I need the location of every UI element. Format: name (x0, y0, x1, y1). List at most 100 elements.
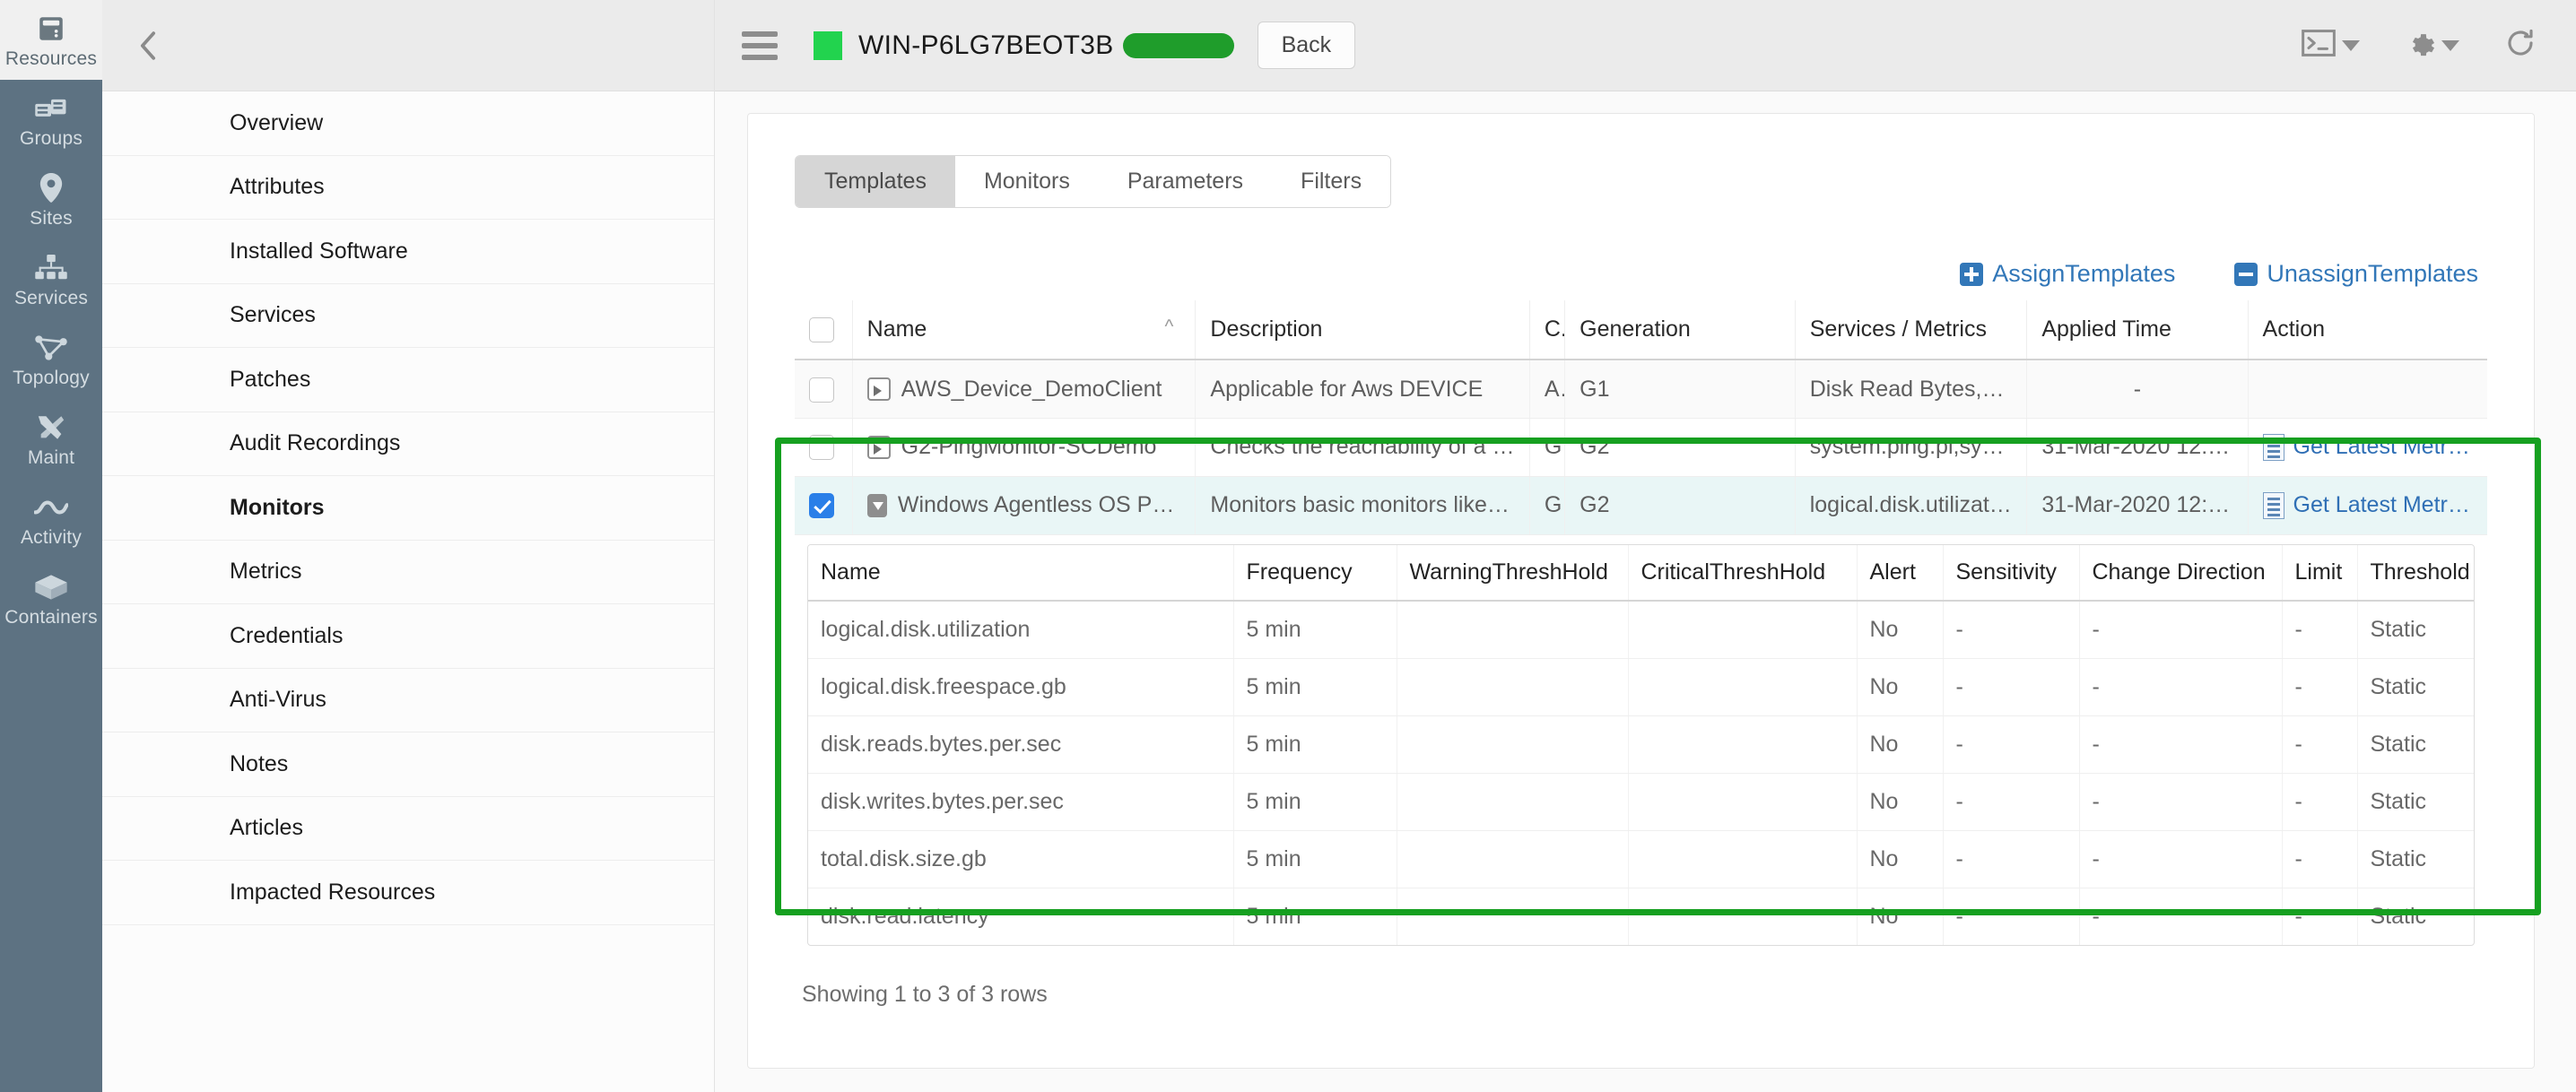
rail-item-groups[interactable]: Groups (0, 80, 102, 160)
back-button[interactable]: Back (1257, 22, 1356, 69)
health-bar (1122, 32, 1234, 58)
sub-col-critical-threshold[interactable]: CriticalThreshHold (1628, 544, 1858, 602)
rail-item-sites[interactable]: Sites (0, 160, 102, 239)
sub-col-limit[interactable]: Limit (2282, 544, 2358, 602)
col-description[interactable]: Description (1195, 300, 1530, 361)
chevron-left-icon[interactable] (133, 30, 163, 61)
sub-threshold-type: Static (2357, 658, 2474, 716)
monitors-subtable-head: Name Frequency WarningThreshHold Critica… (808, 544, 2474, 602)
subtable-row[interactable]: disk.read.latency 5 min No - - - Static (808, 888, 2474, 945)
sub-col-warning-threshold[interactable]: WarningThreshHold (1397, 544, 1629, 602)
rail-item-topology[interactable]: Topology (0, 319, 102, 399)
hamburger-icon[interactable] (742, 25, 783, 66)
table-row[interactable]: Windows Agentless OS Perform… Monitors b… (795, 476, 2487, 535)
subnav-item-patches[interactable]: Patches (102, 348, 714, 412)
refresh-button[interactable] (2497, 22, 2544, 69)
subnav-item-articles[interactable]: Articles (102, 796, 714, 861)
subnav-item-credentials[interactable]: Credentials (102, 604, 714, 669)
sub-col-name[interactable]: Name (808, 544, 1234, 602)
sub-change-direction: - (2079, 600, 2283, 659)
sub-col-alert[interactable]: Alert (1857, 544, 1944, 602)
templates-table-head: Name ^ Description C. Generation Service… (795, 300, 2487, 361)
terminal-icon (2302, 30, 2336, 61)
subnav-item-services[interactable]: Services (102, 283, 714, 348)
template-actions: AssignTemplates UnassignTemplates (795, 260, 2487, 288)
subtable-row[interactable]: disk.reads.bytes.per.sec 5 min No - - - … (808, 715, 2474, 774)
sub-warning (1397, 830, 1629, 888)
col-action[interactable]: Action (2248, 300, 2487, 361)
subtable-row[interactable]: total.disk.size.gb 5 min No - - - Static (808, 830, 2474, 888)
subnav-item-label: Metrics (230, 559, 302, 585)
tab-monitors[interactable]: Monitors (954, 156, 1099, 207)
sub-col-change-direction[interactable]: Change Direction (2079, 544, 2283, 602)
sub-change-direction: - (2079, 888, 2283, 945)
content-scroll: Templates Monitors Parameters Filters As… (715, 91, 2576, 1092)
subtable-row[interactable]: logical.disk.utilization 5 min No - - - … (808, 600, 2474, 659)
sub-critical (1628, 600, 1858, 659)
subnav-item-installed-software[interactable]: Installed Software (102, 220, 714, 284)
rail-item-maint[interactable]: Maint (0, 399, 102, 479)
map-pin-icon (32, 171, 70, 205)
rail-item-activity[interactable]: Activity (0, 479, 102, 559)
row-description: Checks the reachability of a … (1195, 418, 1530, 477)
sub-sensitivity: - (1943, 658, 2080, 716)
row-count-status: Showing 1 to 3 of 3 rows (802, 981, 1048, 1007)
table-row[interactable]: G2-PingMonitor-SCDemo Checks the reachab… (795, 418, 2487, 477)
servers-icon (32, 91, 70, 126)
subtable-row[interactable]: logical.disk.freespace.gb 5 min No - - -… (808, 658, 2474, 716)
sub-alert: No (1857, 830, 1944, 888)
row-applied-time: - (2026, 360, 2249, 419)
sub-name: logical.disk.utilization (808, 600, 1234, 659)
terminal-menu-button[interactable] (2294, 24, 2367, 66)
col-applied-time[interactable]: Applied Time (2026, 300, 2249, 361)
sub-col-threshold-type[interactable]: Threshold Type (2357, 544, 2474, 602)
rail-item-resources[interactable]: Resources (0, 0, 102, 80)
header-tools (2294, 22, 2544, 69)
row-services-metrics: system.ping.pl,syste… (1795, 418, 2028, 477)
row-checkbox[interactable] (809, 493, 834, 519)
row-checkbox[interactable] (809, 377, 834, 403)
col-name[interactable]: Name ^ (852, 300, 1197, 361)
col-c[interactable]: C. (1529, 300, 1566, 361)
subnav-item-audit-recordings[interactable]: Audit Recordings (102, 412, 714, 476)
expand-row-icon[interactable] (866, 377, 891, 402)
subnav-item-metrics[interactable]: Metrics (102, 540, 714, 604)
row-c: A. (1529, 360, 1566, 419)
rail-item-services[interactable]: Services (0, 239, 102, 319)
tab-parameters[interactable]: Parameters (1098, 156, 1273, 207)
expanded-detail-row: Name Frequency WarningThreshHold Critica… (795, 534, 2487, 962)
get-latest-metric-link[interactable]: Get Latest Metric… (2262, 491, 2473, 519)
sub-limit: - (2282, 600, 2358, 659)
col-name-label: Name (866, 316, 927, 342)
sub-col-frequency[interactable]: Frequency (1233, 544, 1397, 602)
subnav-item-overview[interactable]: Overview (102, 91, 714, 156)
collapse-row-icon[interactable] (866, 493, 887, 517)
subnav-item-impacted-resources[interactable]: Impacted Resources (102, 861, 714, 925)
get-latest-metric-link[interactable]: Get Latest Metric… (2262, 433, 2473, 461)
assign-templates-button[interactable]: AssignTemplates (1960, 260, 2175, 288)
sort-asc-icon: ^ (1164, 316, 1174, 338)
sub-col-sensitivity[interactable]: Sensitivity (1943, 544, 2080, 602)
col-services-metrics[interactable]: Services / Metrics (1795, 300, 2028, 361)
tab-templates[interactable]: Templates (796, 156, 955, 207)
subnav-item-label: Attributes (230, 174, 325, 200)
subnav-item-monitors[interactable]: Monitors (102, 476, 714, 541)
settings-menu-button[interactable] (2398, 22, 2467, 68)
subnav-item-attributes[interactable]: Attributes (102, 155, 714, 220)
table-row[interactable]: AWS_Device_DemoClient Applicable for Aws… (795, 360, 2487, 419)
subnav-item-notes[interactable]: Notes (102, 732, 714, 797)
row-checkbox[interactable] (809, 435, 834, 461)
col-generation[interactable]: Generation (1564, 300, 1796, 361)
sub-change-direction: - (2079, 830, 2283, 888)
sub-warning (1397, 888, 1629, 945)
expand-row-icon[interactable] (866, 435, 891, 459)
unassign-templates-button[interactable]: UnassignTemplates (2234, 260, 2478, 288)
template-name: G2-PingMonitor-SCDemo (901, 434, 1157, 460)
subtable-row[interactable]: disk.writes.bytes.per.sec 5 min No - - -… (808, 773, 2474, 831)
subnav-item-anti-virus[interactable]: Anti-Virus (102, 668, 714, 732)
subnav-item-label: Credentials (230, 622, 344, 648)
rail-item-containers[interactable]: Containers (0, 559, 102, 638)
sub-alert: No (1857, 600, 1944, 659)
select-all-checkbox[interactable] (809, 317, 834, 343)
tab-filters[interactable]: Filters (1272, 156, 1391, 207)
